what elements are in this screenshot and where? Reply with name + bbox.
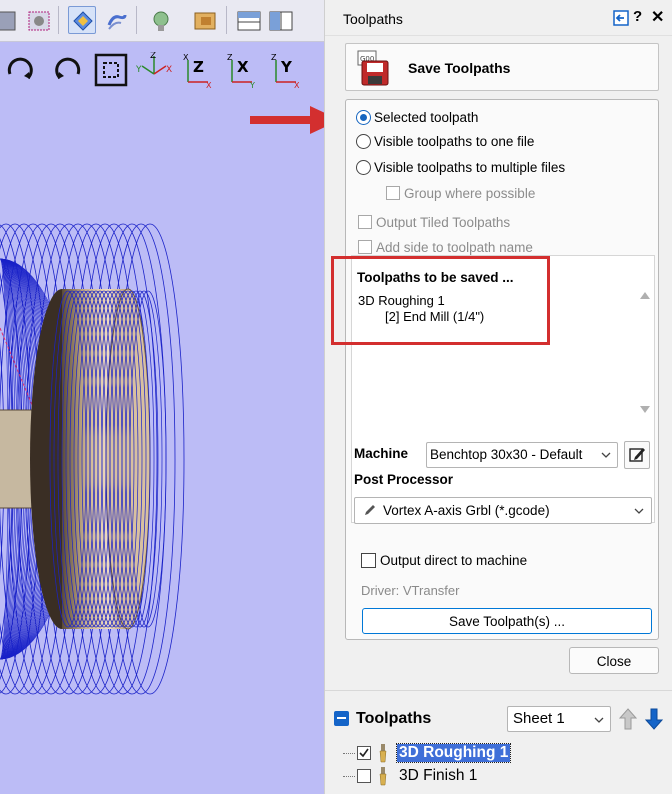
floppy-disk-icon: G00	[357, 50, 389, 86]
zoom-extents-icon[interactable]	[93, 52, 129, 88]
show-toolpath-icon[interactable]	[68, 6, 96, 34]
divider	[325, 690, 672, 691]
driver-label: Driver: VTransfer	[361, 583, 460, 598]
rotate-ccw-icon[interactable]	[50, 52, 86, 88]
front-view-icon[interactable]: XZ Y	[222, 52, 258, 90]
svg-text:X: X	[294, 81, 300, 88]
toolpath-tree-header: Toolpaths Sheet 1	[325, 700, 672, 734]
toolpath-visible-checkbox[interactable]	[357, 769, 371, 783]
toolpaths-panel: Toolpaths ? ✕ G00 Save Toolpaths Selecte…	[324, 0, 672, 794]
selected-toolpath-option[interactable]: Selected toolpath	[356, 107, 478, 127]
option-label: Selected toolpath	[374, 109, 479, 125]
chevron-down-icon	[594, 717, 604, 723]
svg-text:Z: Z	[150, 52, 156, 61]
panel-titlebar: Toolpaths ? ✕	[325, 0, 672, 36]
tool-preview-icon[interactable]	[190, 6, 218, 34]
sheet-value: Sheet 1	[513, 710, 565, 727]
annotation-highlight-box	[331, 256, 550, 345]
svg-text:X: X	[237, 58, 249, 76]
help-icon[interactable]: ?	[633, 8, 642, 25]
add-side-option: Add side to toolpath name	[358, 237, 533, 257]
sheet-dropdown[interactable]: Sheet 1	[507, 706, 611, 732]
save-toolpaths-title: Save Toolpaths	[408, 60, 511, 76]
move-up-icon[interactable]	[617, 706, 639, 732]
toolpath-visible-checkbox[interactable]	[357, 746, 371, 760]
output-direct-option[interactable]: Output direct to machine	[361, 553, 527, 568]
edit-icon	[629, 448, 645, 462]
iso-view-icon[interactable]: ZY X	[134, 51, 172, 88]
top-view-icon[interactable]: ZX X	[178, 52, 214, 90]
layout-vertical-icon[interactable]	[266, 6, 294, 34]
viewport-toolbar	[0, 0, 324, 42]
svg-text:Y: Y	[249, 81, 255, 88]
move-down-icon[interactable]	[643, 706, 665, 732]
visible-one-file-option[interactable]: Visible toolpaths to one file	[356, 131, 534, 151]
radio-selected-toolpath[interactable]	[356, 109, 371, 125]
radio-visible-multiple-files[interactable]	[356, 159, 371, 175]
toolpath-row[interactable]: 3D Finish 1	[325, 765, 672, 787]
panel-title: Toolpaths	[343, 11, 403, 27]
svg-text:Y: Y	[280, 58, 293, 76]
group-where-possible-checkbox	[386, 186, 400, 200]
layout-horizontal-icon[interactable]	[234, 6, 262, 34]
option-label: Output direct to machine	[380, 553, 528, 568]
save-options-box: Selected toolpath Visible toolpaths to o…	[345, 99, 659, 640]
output-tiled-option: Output Tiled Toolpaths	[358, 212, 510, 232]
pencil-icon	[365, 505, 375, 515]
machine-label: Machine	[354, 446, 409, 461]
option-label: Visible toolpaths to one file	[374, 133, 535, 149]
end-mill-icon	[379, 744, 387, 763]
output-tiled-checkbox	[358, 215, 372, 229]
post-processor-label: Post Processor	[354, 472, 454, 487]
view-orientation-toolbar: ZYX ZXX XZY YZX	[0, 44, 324, 96]
save-toolpaths-button[interactable]: Save Toolpath(s) ...	[362, 608, 652, 634]
end-mill-icon	[379, 767, 387, 786]
render-wire-icon[interactable]	[24, 6, 52, 34]
collapse-icon[interactable]	[334, 711, 349, 726]
side-view-icon[interactable]: YZ X	[266, 52, 302, 90]
post-processor-dropdown[interactable]: Vortex A-axis Grbl (*.gcode)	[354, 497, 652, 524]
render-mode-icon[interactable]	[0, 6, 18, 34]
option-label: Add side to toolpath name	[376, 239, 533, 255]
option-label: Output Tiled Toolpaths	[376, 214, 511, 230]
svg-text:Y: Y	[135, 65, 142, 75]
radio-visible-one-file[interactable]	[356, 133, 371, 149]
scroll-down-icon[interactable]	[640, 406, 650, 413]
option-label: Group where possible	[404, 185, 536, 201]
svg-text:X: X	[166, 65, 172, 75]
group-where-possible-option: Group where possible	[386, 183, 535, 203]
toolpath-link-icon[interactable]	[102, 6, 130, 34]
output-direct-checkbox[interactable]	[361, 553, 376, 568]
svg-text:X: X	[183, 53, 189, 62]
edit-machine-button[interactable]	[624, 441, 650, 469]
rotate-cw-icon[interactable]	[2, 52, 38, 88]
save-toolpaths-header: G00 Save Toolpaths	[345, 43, 659, 91]
svg-text:Z: Z	[271, 53, 277, 62]
chevron-down-icon	[601, 452, 611, 458]
svg-text:Z: Z	[227, 53, 233, 62]
svg-text:Z: Z	[193, 58, 204, 76]
visible-multiple-files-option[interactable]: Visible toolpaths to multiple files	[356, 157, 565, 177]
machine-value: Benchtop 30x30 - Default	[430, 447, 583, 462]
option-label: Visible toolpaths to multiple files	[374, 159, 566, 175]
svg-text:X: X	[206, 81, 212, 88]
toolpath-tree-title: Toolpaths	[356, 710, 432, 727]
scroll-up-icon[interactable]	[640, 292, 650, 299]
material-icon[interactable]	[146, 6, 174, 34]
toolpath-row[interactable]: 3D Roughing 1	[325, 742, 672, 764]
machine-dropdown[interactable]: Benchtop 30x30 - Default	[426, 442, 618, 468]
close-panel-icon[interactable]: ✕	[651, 7, 664, 27]
toolpath-preview	[0, 223, 185, 695]
list-scrollbar[interactable]	[638, 286, 654, 524]
post-processor-value: Vortex A-axis Grbl (*.gcode)	[383, 503, 550, 518]
chevron-down-icon	[634, 508, 644, 514]
toolpath-label[interactable]: 3D Roughing 1	[395, 743, 512, 763]
toolpath-label[interactable]: 3D Finish 1	[397, 767, 479, 785]
add-side-checkbox	[358, 240, 372, 254]
close-button[interactable]: Close	[569, 647, 659, 674]
pin-icon[interactable]	[613, 10, 629, 26]
